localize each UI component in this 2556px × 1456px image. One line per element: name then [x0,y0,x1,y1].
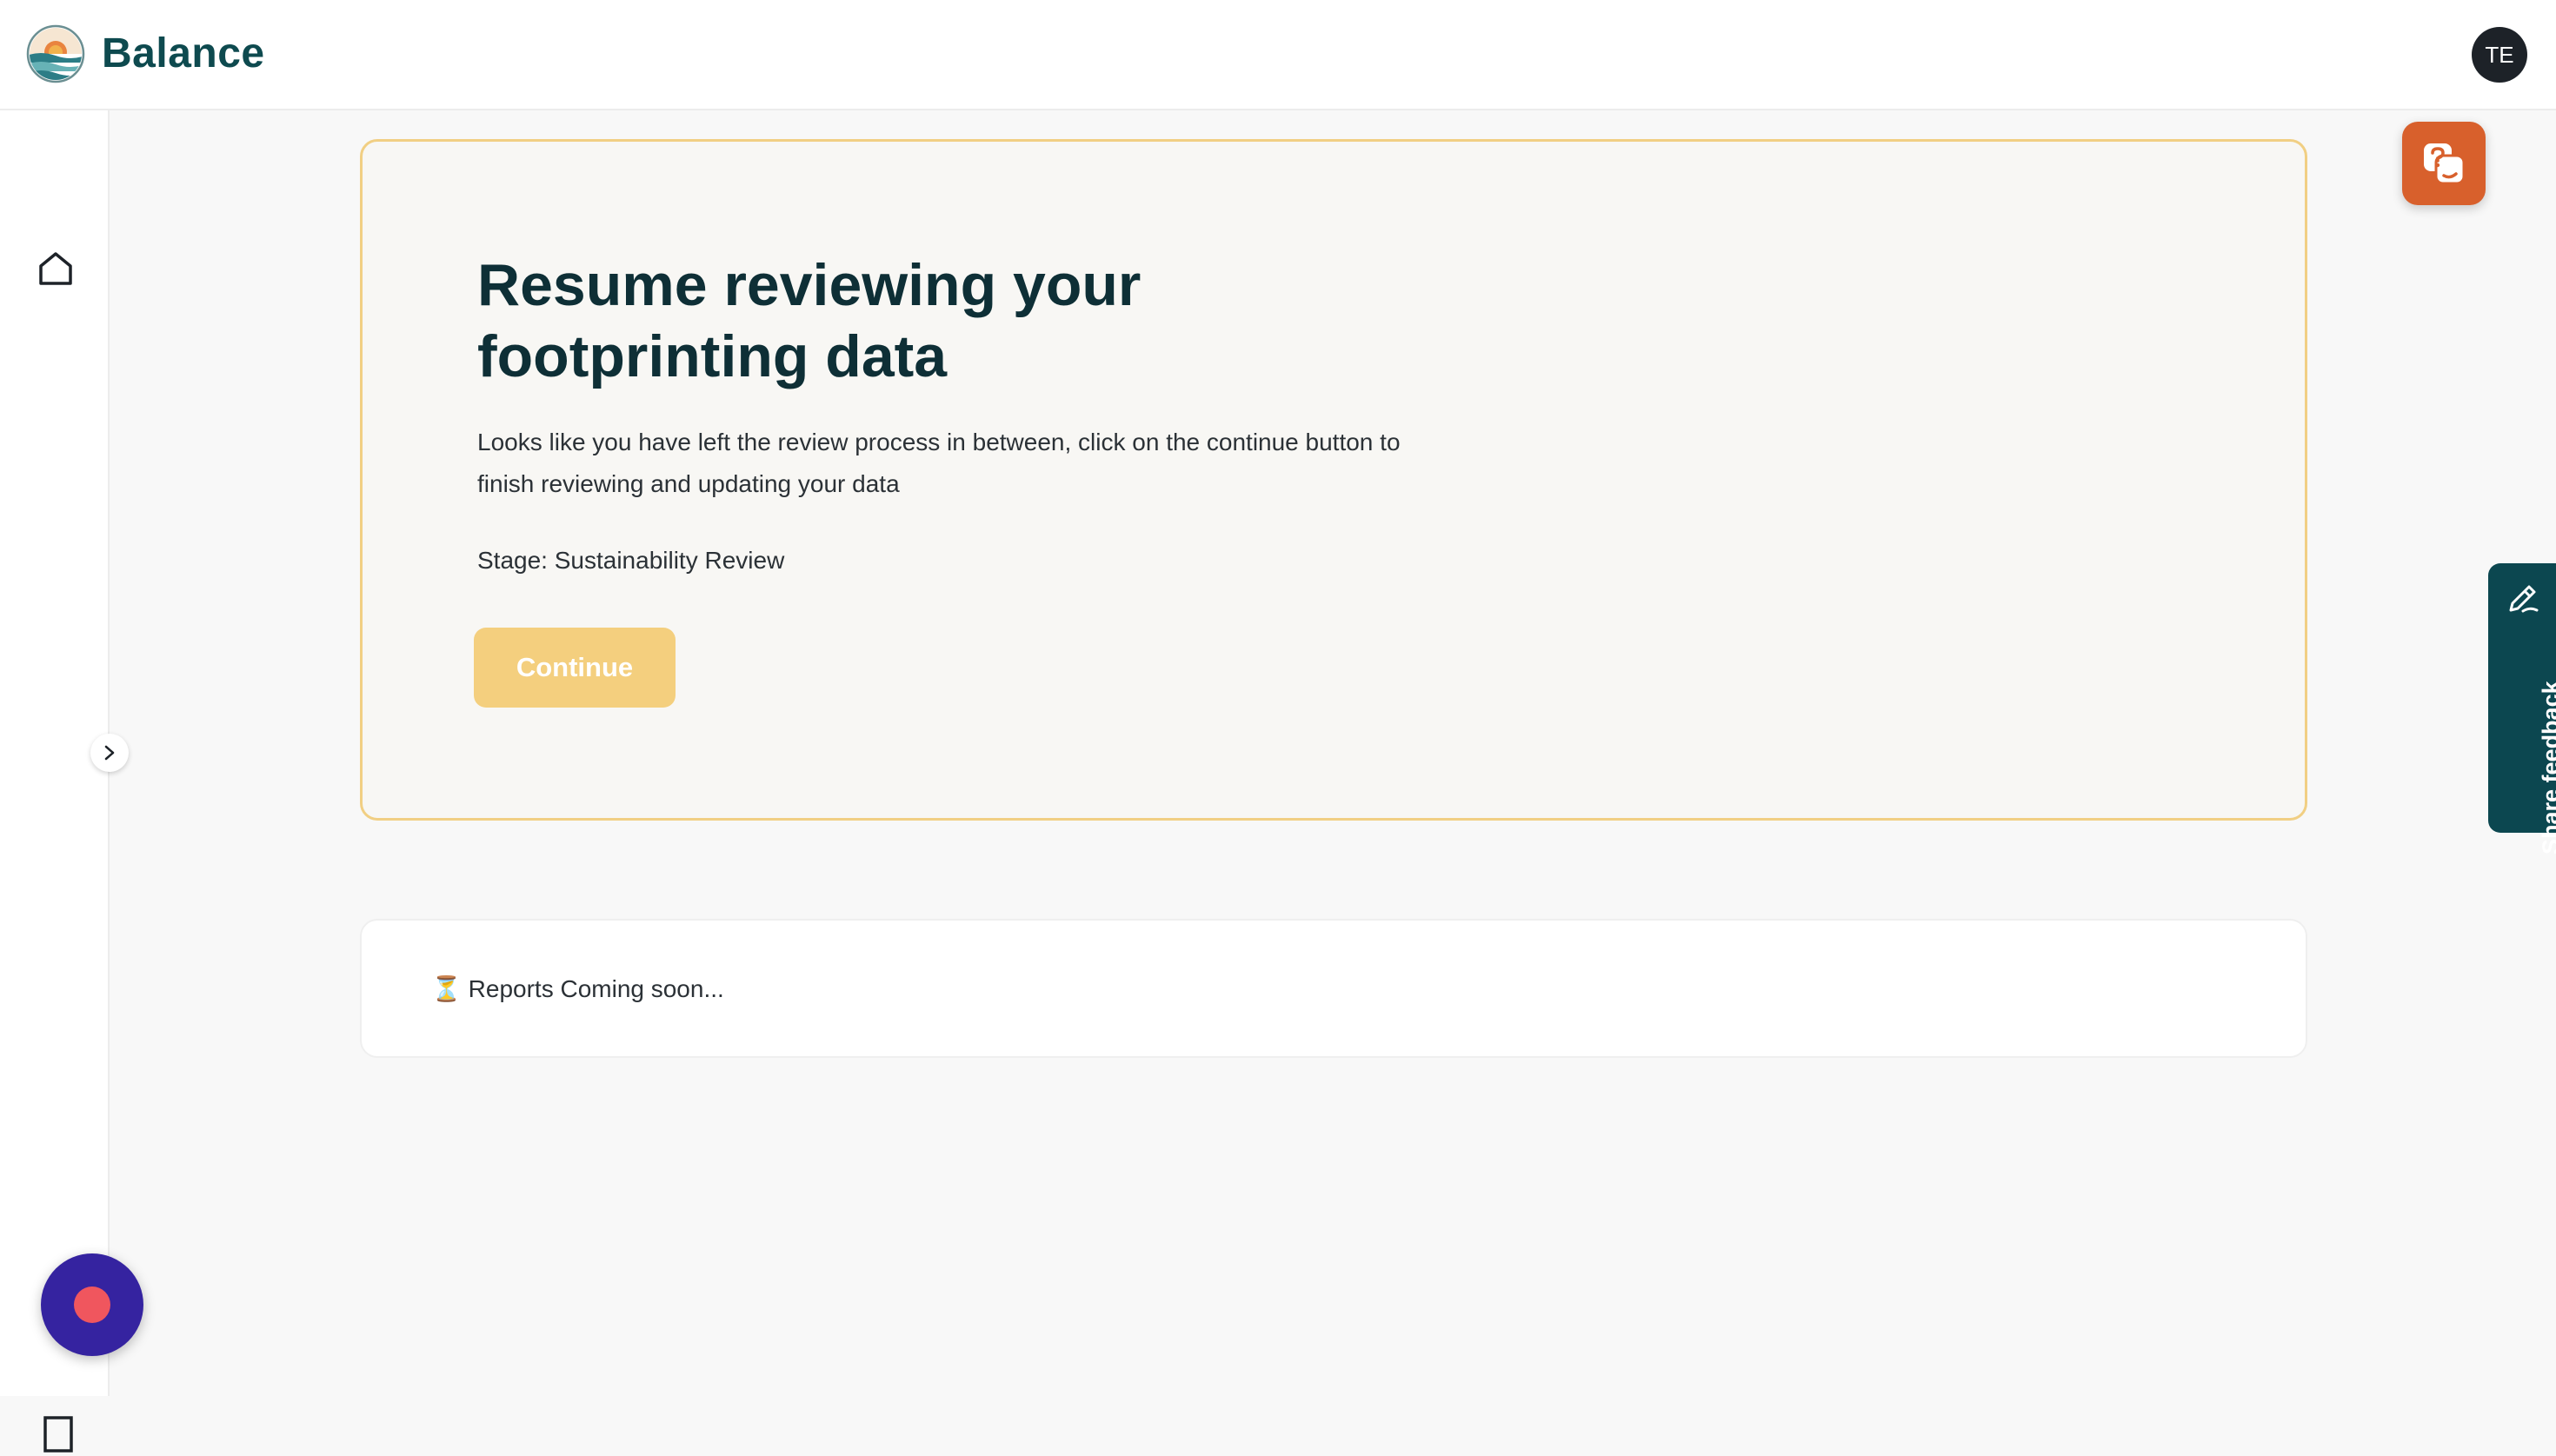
reports-status-text: Reports Coming soon... [468,975,724,1002]
top-bar: Balance TE [0,0,2556,110]
home-icon[interactable] [37,249,75,288]
resume-review-card: Resume reviewing your footprinting data … [360,139,2307,821]
stage-label: Stage: Sustainability Review [477,547,785,574]
record-dot-icon [74,1286,110,1323]
reports-status: ⏳ Reports Coming soon... [431,972,724,1007]
resume-title: Resume reviewing your footprinting data [477,252,1142,389]
user-avatar[interactable]: TE [2472,27,2527,83]
document-icon[interactable] [42,1414,77,1456]
sidebar-expand-button[interactable] [90,734,129,772]
share-feedback-label: Share feedback [2538,681,2556,854]
help-chat-button[interactable] [2402,122,2486,205]
hourglass-icon: ⏳ [431,975,462,1002]
brand-name: Balance [102,30,265,76]
pencil-icon [2509,585,2539,613]
chevron-right-icon [104,745,115,761]
continue-button[interactable]: Continue [474,628,676,708]
screen-record-button[interactable] [41,1253,143,1356]
share-feedback-tab[interactable]: Share feedback [2488,563,2556,854]
chat-help-icon [2424,143,2466,185]
balance-logo-icon[interactable] [26,24,85,83]
reports-card: ⏳ Reports Coming soon... [360,919,2307,1058]
resume-description: Looks like you have left the review proc… [477,429,1401,497]
